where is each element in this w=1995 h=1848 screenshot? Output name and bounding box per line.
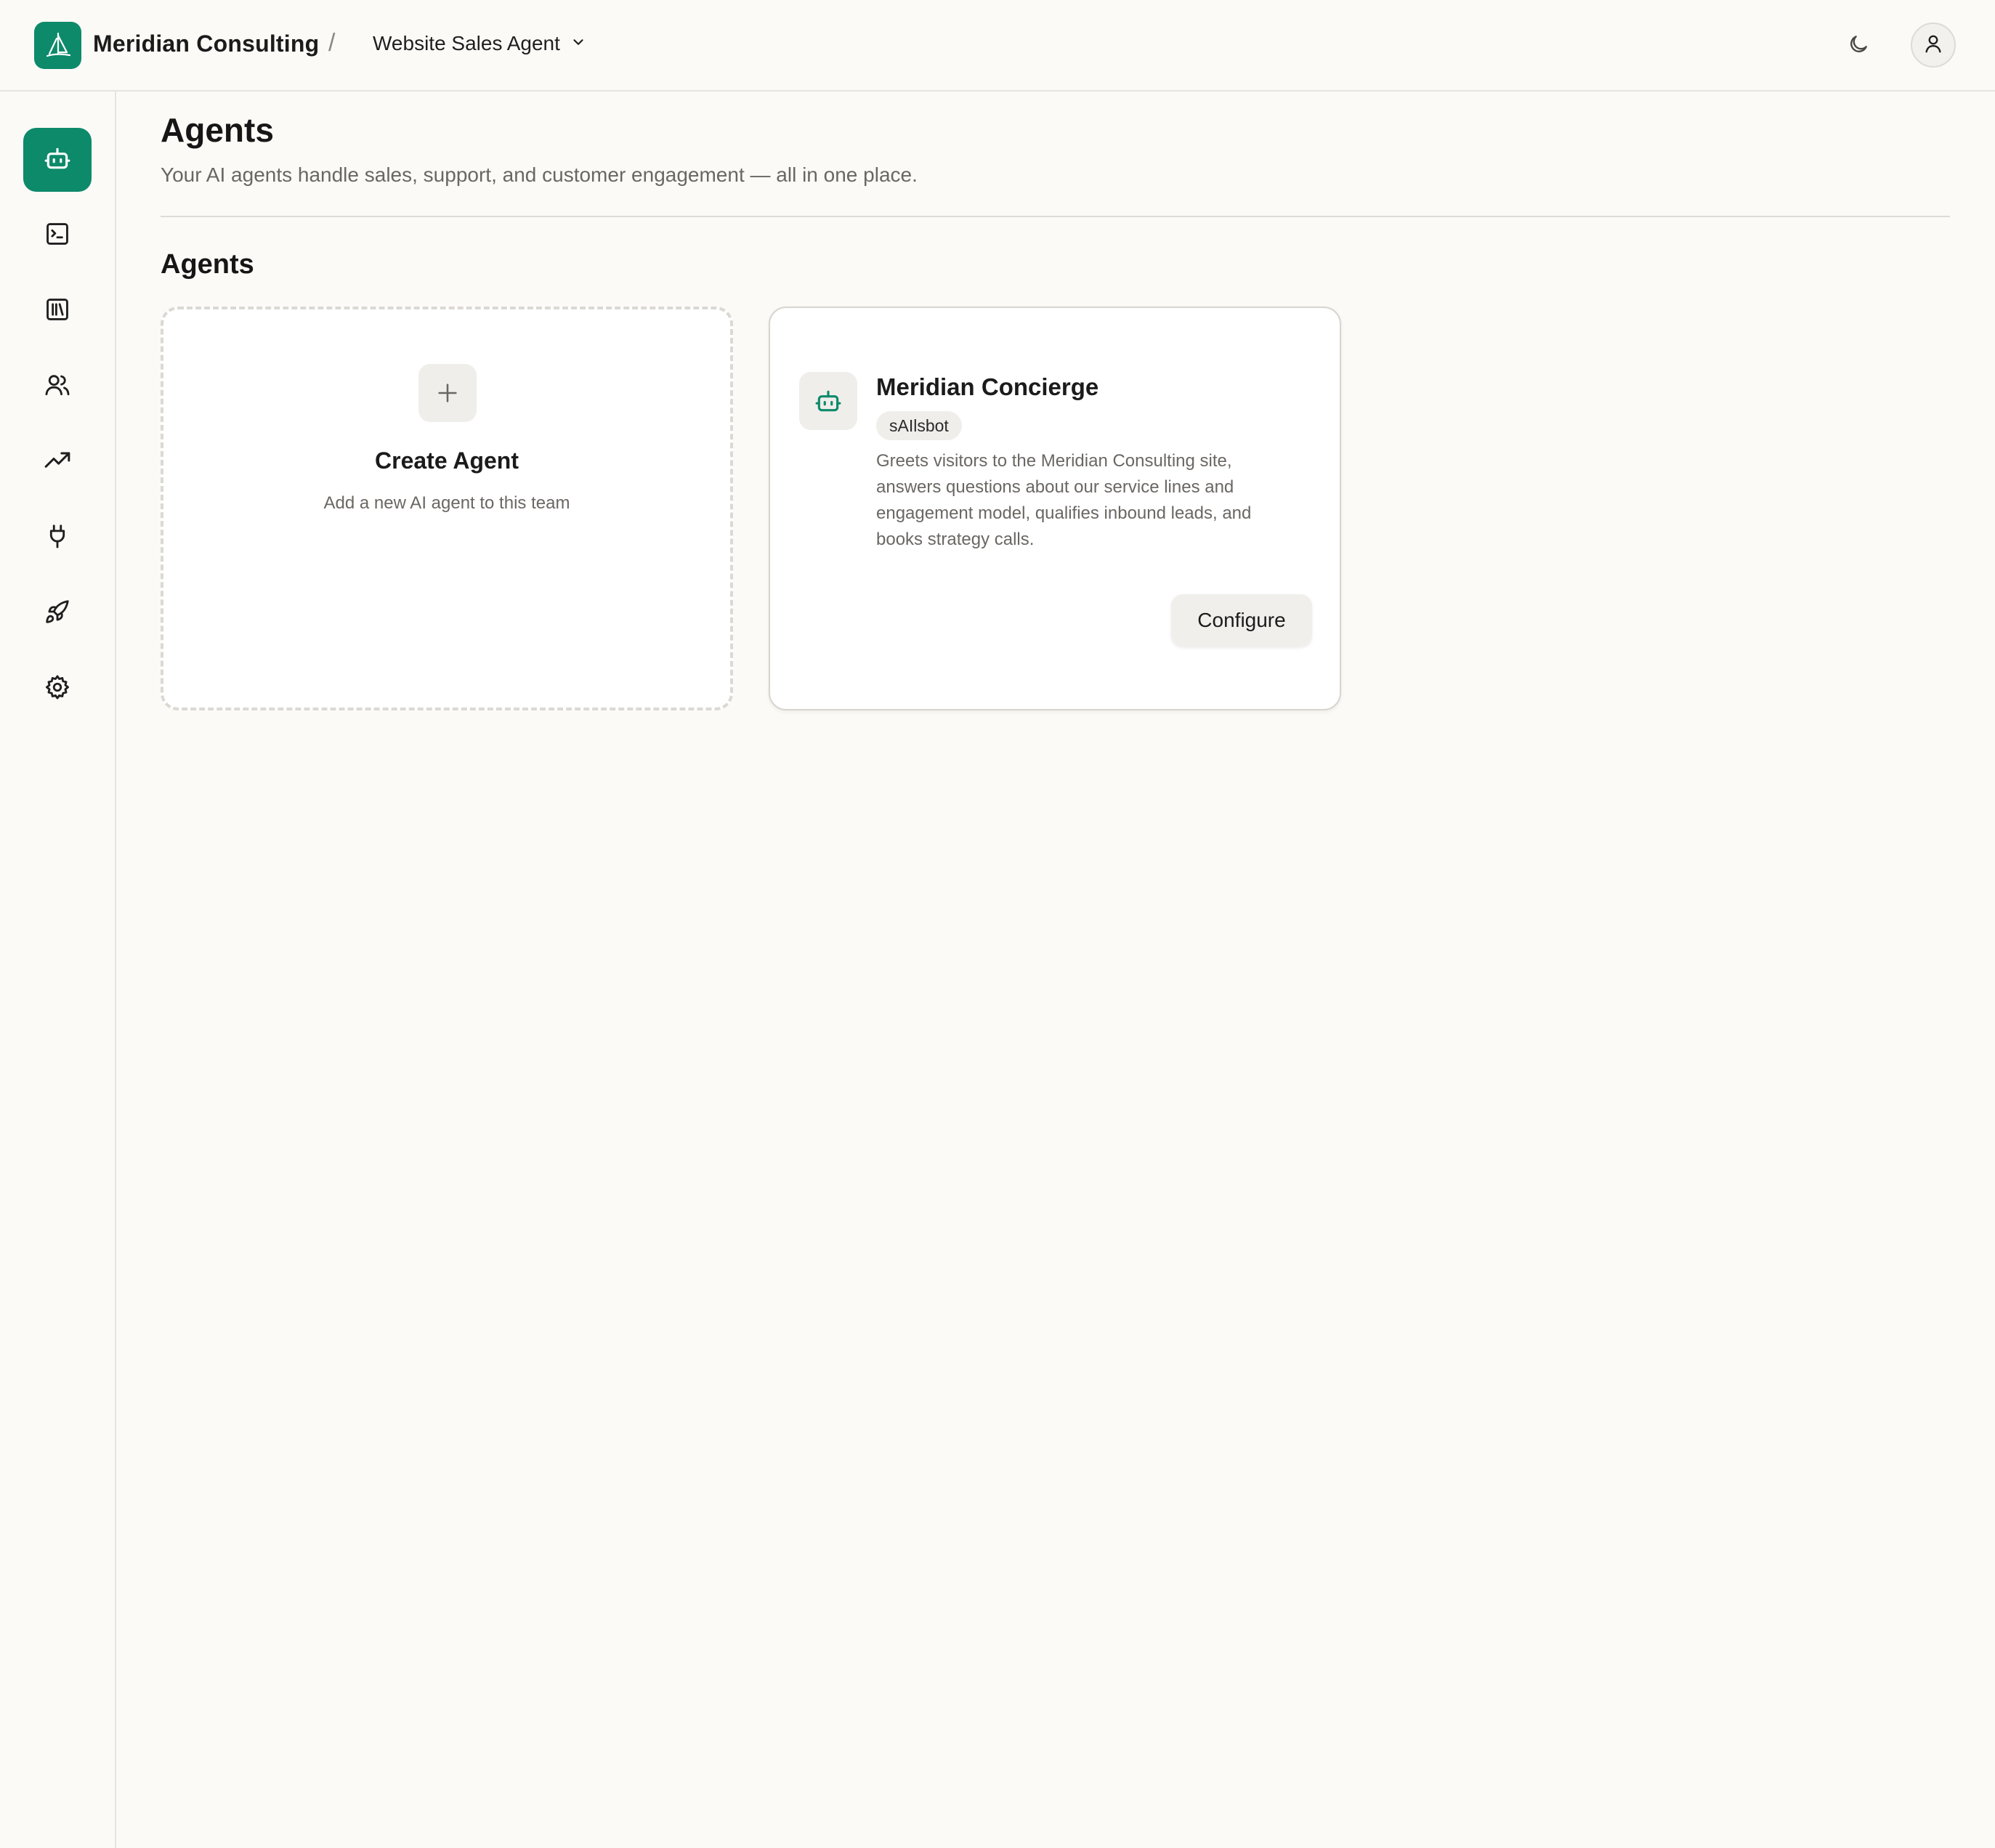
breadcrumb-separator: / — [328, 29, 336, 57]
sidebar — [0, 92, 116, 1848]
user-icon — [1922, 33, 1944, 58]
agent-card: Meridian Concierge sAIlsbot Greets visit… — [769, 307, 1341, 710]
team-selector-label: Website Sales Agent — [373, 32, 560, 54]
moon-icon — [1847, 33, 1870, 60]
top-bar: Meridian Consulting / Website Sales Agen… — [0, 0, 1995, 92]
theme-toggle-button[interactable] — [1843, 31, 1874, 61]
agent-description: Greets visitors to the Meridian Consulti… — [876, 451, 1252, 549]
settings-icon — [44, 673, 71, 705]
page-subtitle: Your AI agents handle sales, support, an… — [161, 163, 918, 186]
sidebar-item-users[interactable] — [23, 354, 92, 418]
team-selector[interactable]: Website Sales Agent — [373, 32, 586, 55]
sidebar-item-library[interactable] — [23, 279, 92, 343]
brand-name[interactable]: Meridian Consulting — [93, 31, 319, 57]
sidebar-item-analytics[interactable] — [23, 430, 92, 494]
sidebar-item-agents[interactable] — [23, 128, 92, 192]
plus-icon — [418, 364, 477, 422]
users-icon — [44, 371, 71, 402]
terminal-icon — [44, 220, 71, 251]
agent-type-badge: sAIlsbot — [876, 411, 962, 440]
agent-name: Meridian Concierge — [876, 373, 1099, 400]
sidebar-item-integrations[interactable] — [23, 506, 92, 570]
header-divider — [161, 216, 1950, 217]
bot-icon — [799, 372, 857, 430]
create-agent-card[interactable]: Create Agent Add a new AI agent to this … — [161, 307, 733, 710]
user-menu-button[interactable] — [1911, 23, 1956, 68]
sidebar-item-console[interactable] — [23, 203, 92, 267]
sidebar-item-deploy[interactable] — [23, 581, 92, 645]
section-title: Agents — [161, 249, 254, 280]
trending-up-icon — [43, 446, 72, 479]
bot-icon — [44, 145, 71, 176]
plug-icon — [44, 522, 71, 554]
create-agent-title: Create Agent — [375, 447, 519, 474]
configure-button[interactable]: Configure — [1171, 594, 1312, 647]
chevron-down-icon — [570, 32, 586, 55]
rocket-icon — [44, 598, 71, 629]
page-title: Agents — [161, 111, 274, 149]
sailboat-logo-icon[interactable] — [34, 22, 81, 69]
sidebar-item-settings[interactable] — [23, 657, 92, 721]
create-agent-description: Add a new AI agent to this team — [323, 493, 570, 513]
library-icon — [44, 296, 71, 327]
